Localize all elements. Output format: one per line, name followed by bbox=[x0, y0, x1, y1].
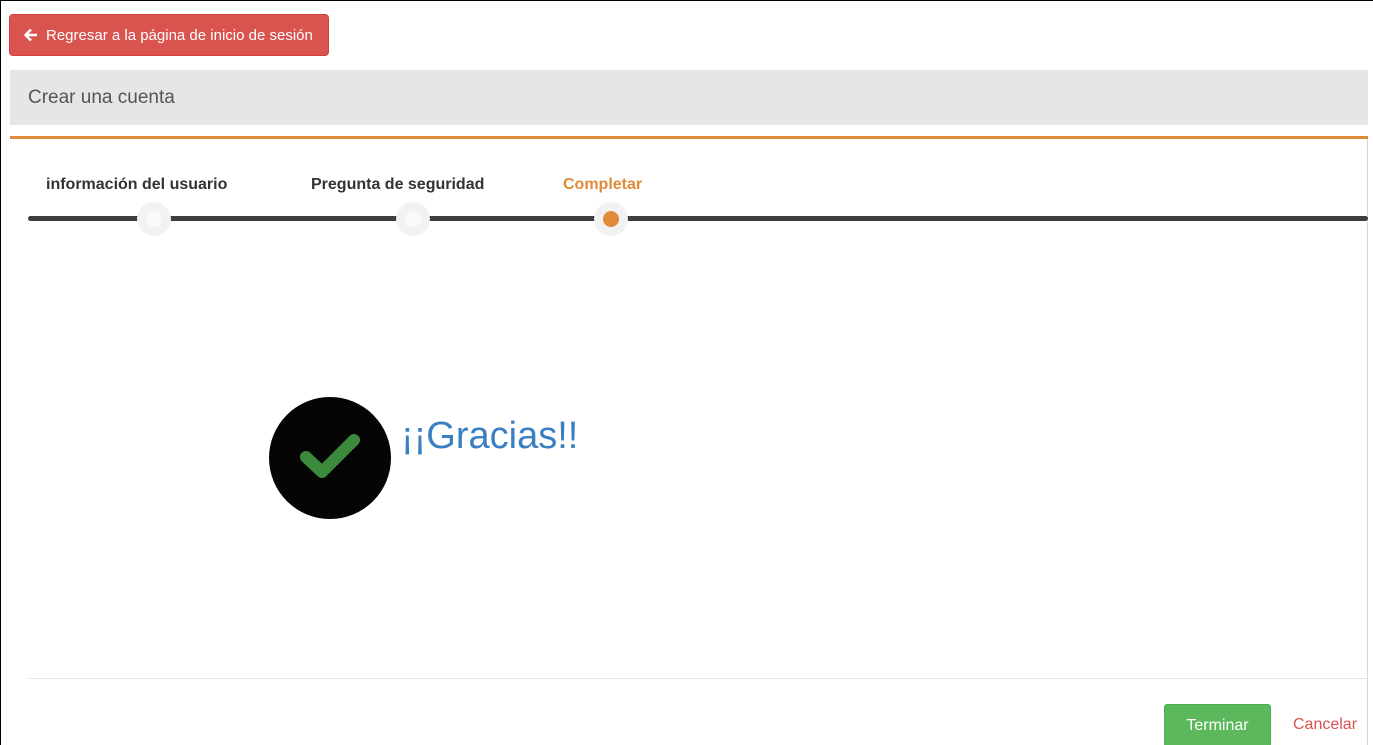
back-button-label: Regresar a la página de inicio de sesión bbox=[46, 26, 313, 44]
panel-border bbox=[1367, 139, 1368, 745]
step-label-user-info[interactable]: información del usuario bbox=[46, 176, 227, 194]
arrow-left-icon bbox=[24, 28, 38, 42]
step-dot-user-info bbox=[137, 202, 171, 236]
create-account-page: Regresar a la página de inicio de sesión… bbox=[0, 0, 1373, 745]
wizard-progress-track bbox=[28, 216, 1368, 221]
page-title: Crear una cuenta bbox=[28, 86, 175, 108]
step-dot-security-question bbox=[396, 202, 430, 236]
cancel-link[interactable]: Cancelar bbox=[1293, 716, 1357, 734]
finish-button-label: Terminar bbox=[1186, 716, 1249, 734]
back-to-login-button[interactable]: Regresar a la página de inicio de sesión bbox=[9, 14, 329, 56]
footer-divider bbox=[28, 678, 1368, 679]
success-badge bbox=[269, 397, 391, 519]
thank-you-message: ¡¡Gracias!! bbox=[401, 415, 579, 457]
accent-divider bbox=[10, 136, 1368, 139]
finish-button[interactable]: Terminar bbox=[1164, 704, 1271, 745]
panel-heading: Crear una cuenta bbox=[10, 70, 1368, 125]
step-dot-complete bbox=[594, 202, 628, 236]
step-label-security-question[interactable]: Pregunta de seguridad bbox=[311, 176, 484, 194]
check-icon bbox=[298, 430, 362, 487]
step-label-complete[interactable]: Completar bbox=[563, 176, 642, 194]
